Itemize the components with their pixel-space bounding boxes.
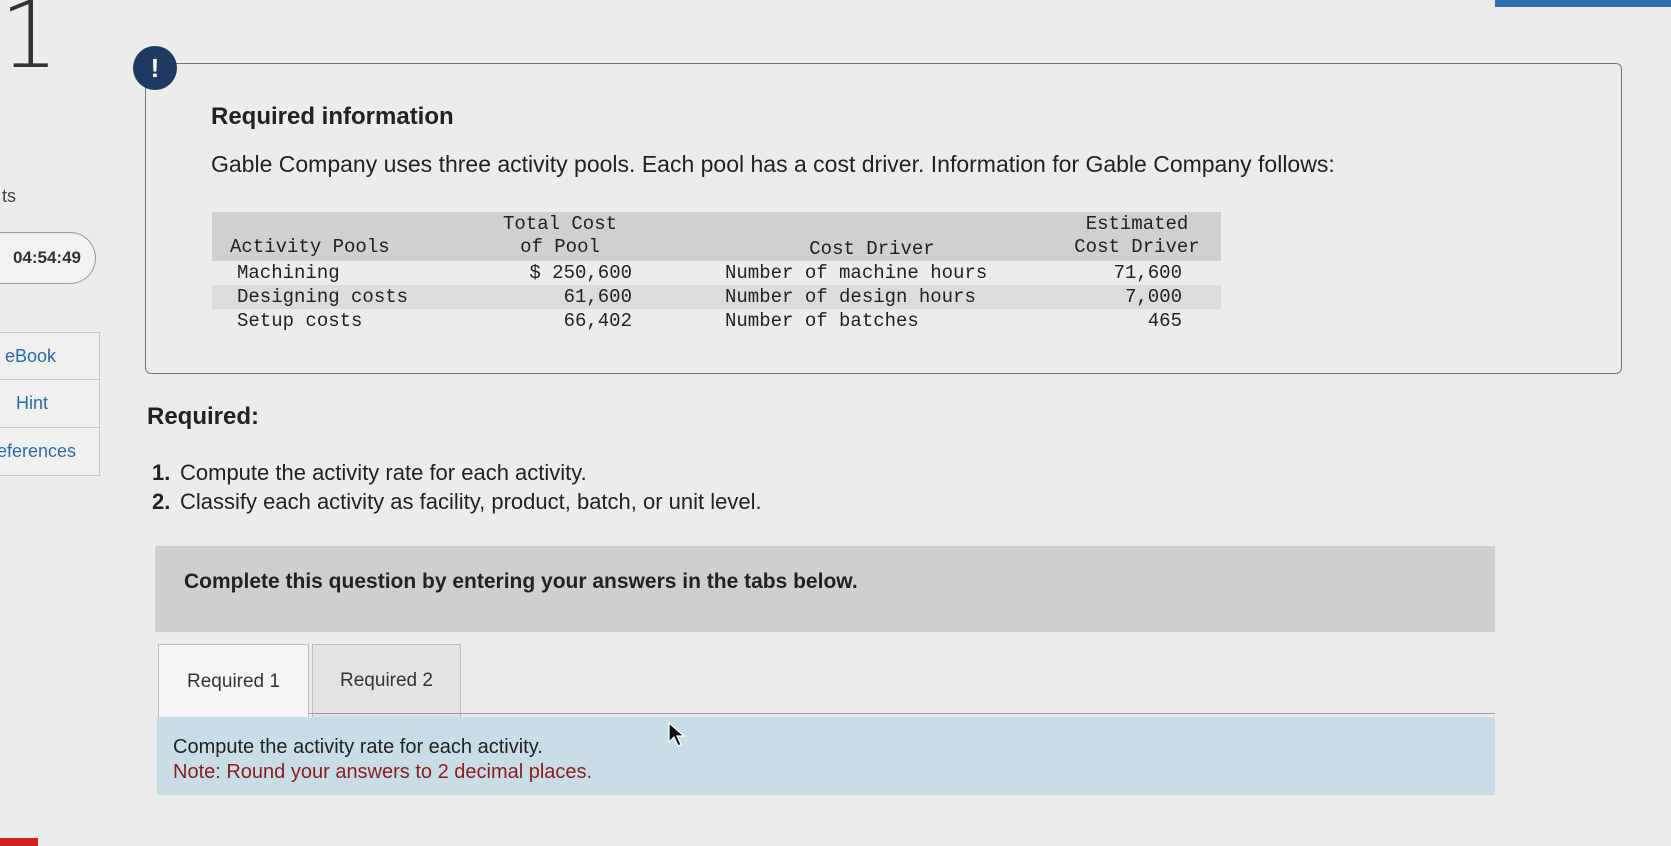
cell-pool: Machining — [237, 262, 340, 284]
header-activity-pools: Activity Pools — [230, 236, 390, 258]
alert-icon: ! — [133, 46, 177, 90]
panel-note: Note: Round your answers to 2 decimal pl… — [173, 761, 593, 783]
tab-required-2[interactable]: Required 2 — [312, 644, 461, 718]
info-title: Required information — [211, 103, 454, 130]
instruction-banner: Complete this question by entering your … — [155, 546, 1495, 632]
table-header: Activity Pools Total Cost of Pool Cost D… — [212, 212, 1221, 261]
references-label: eferences — [0, 441, 77, 461]
table-row: Machining $ 250,600 Number of machine ho… — [212, 261, 1221, 285]
cell-pool: Designing costs — [237, 286, 409, 308]
required-heading: Required: — [147, 403, 260, 430]
cell-cost: $ 250,600 — [529, 262, 632, 284]
cell-estimate: 7,000 — [1124, 286, 1182, 308]
list-item-text: Classify each activity as facility, prod… — [180, 489, 762, 514]
tab-panel-instructions: Compute the activity rate for each activ… — [157, 717, 1495, 795]
hint-label: Hint — [16, 393, 49, 413]
header-cost-driver: Cost Driver — [809, 238, 935, 260]
tab-label: Required 2 — [340, 670, 433, 691]
top-accent-bar — [1495, 0, 1671, 7]
panel-instruction: Compute the activity rate for each activ… — [173, 736, 543, 758]
ebook-label: eBook — [5, 345, 57, 366]
cell-driver: Number of machine hours — [725, 262, 988, 284]
header-total-cost-2: of Pool — [520, 236, 600, 258]
tab-required-1[interactable]: Required 1 — [158, 644, 309, 718]
cell-estimate: 465 — [1147, 310, 1182, 332]
header-estimated-2: Cost Driver — [1074, 236, 1200, 258]
hint-button[interactable]: Hint — [0, 380, 100, 428]
cell-cost: 66,402 — [563, 310, 632, 332]
tab-label: Required 1 — [187, 670, 280, 692]
list-item: 1. Compute the activity rate for each act… — [152, 458, 762, 487]
list-item-text: Compute the activity rate for each activ… — [180, 460, 587, 485]
header-estimated-1: Estimated — [1085, 213, 1189, 235]
info-text: Gable Company uses three activity pools.… — [211, 151, 1335, 177]
cell-pool: Setup costs — [237, 310, 363, 332]
activity-pools-table: Activity Pools Total Cost of Pool Cost D… — [212, 212, 1221, 333]
sidebar-partial-label: ts — [2, 186, 17, 206]
table-row: Setup costs 66,402 Number of batches 465 — [212, 309, 1221, 333]
mouse-pointer-icon — [668, 722, 686, 747]
header-total-cost-1: Total Cost — [502, 213, 618, 235]
list-item: 2. Classify each activity as facility, pr… — [152, 487, 762, 516]
cell-driver: Number of batches — [725, 310, 919, 332]
cell-estimate: 71,600 — [1113, 262, 1182, 284]
table-row: Designing costs 61,600 Number of design … — [212, 285, 1221, 309]
list-item-number: 1. — [152, 460, 171, 485]
cell-driver: Number of design hours — [725, 286, 976, 308]
timer[interactable]: 04:54:49 — [0, 232, 96, 284]
tab-divider — [309, 713, 1495, 714]
sidebar-tools: eBook Hint eferences — [0, 332, 100, 476]
references-button[interactable]: eferences — [0, 428, 100, 476]
cell-cost: 61,600 — [563, 286, 632, 308]
list-item-number: 2. — [152, 489, 171, 514]
question-number: 1 — [0, 0, 59, 89]
ebook-button[interactable]: eBook — [0, 332, 100, 380]
required-list: 1. Compute the activity rate for each act… — [152, 458, 762, 516]
bottom-red-marker — [0, 838, 38, 846]
